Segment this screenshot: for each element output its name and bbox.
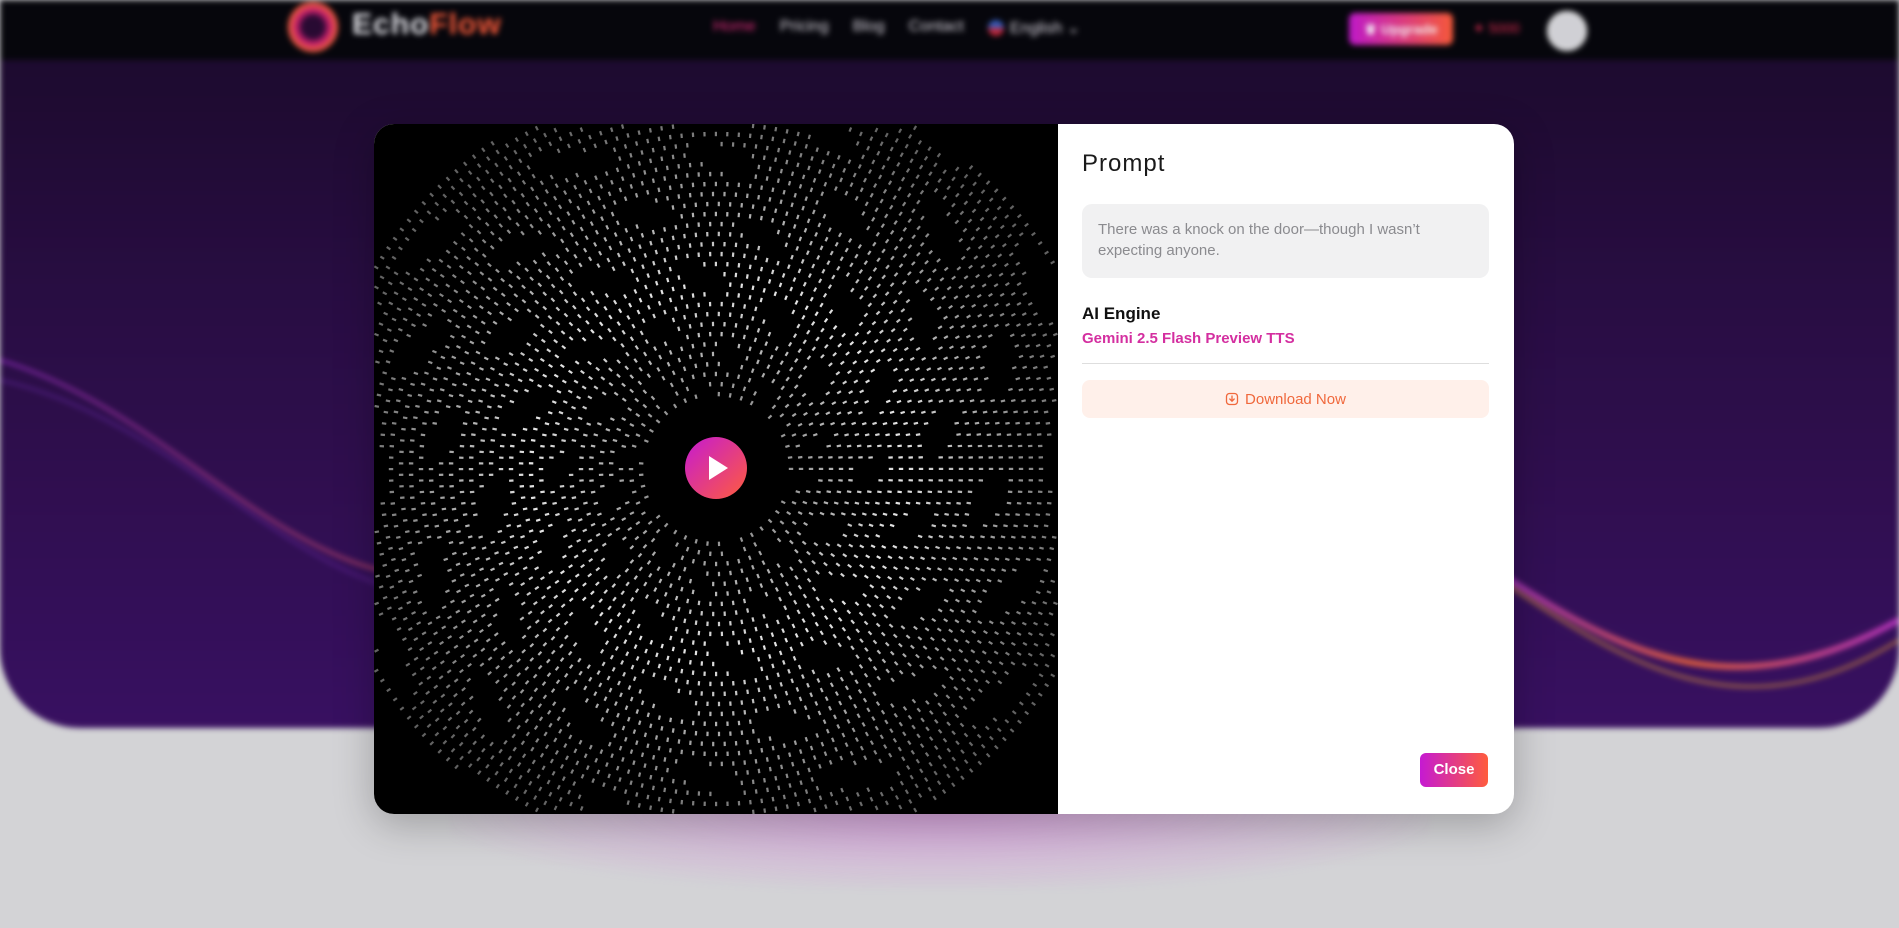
play-button[interactable] <box>685 437 747 499</box>
download-button[interactable]: Download Now <box>1082 380 1489 418</box>
divider <box>1082 363 1489 364</box>
media-preview[interactable] <box>374 124 1058 814</box>
engine-label: AI Engine <box>1082 304 1161 323</box>
download-label: Download Now <box>1245 390 1346 408</box>
details-panel: Prompt There was a knock on the door—tho… <box>1058 124 1514 814</box>
download-icon <box>1225 392 1239 406</box>
prompt-text: There was a knock on the door—though I w… <box>1082 204 1489 278</box>
panel-title: Prompt <box>1082 150 1166 177</box>
play-icon <box>709 456 728 480</box>
close-button[interactable]: Close <box>1420 753 1488 787</box>
media-detail-modal: Prompt There was a knock on the door—tho… <box>374 124 1514 814</box>
engine-value: Gemini 2.5 Flash Preview TTS <box>1082 330 1295 347</box>
